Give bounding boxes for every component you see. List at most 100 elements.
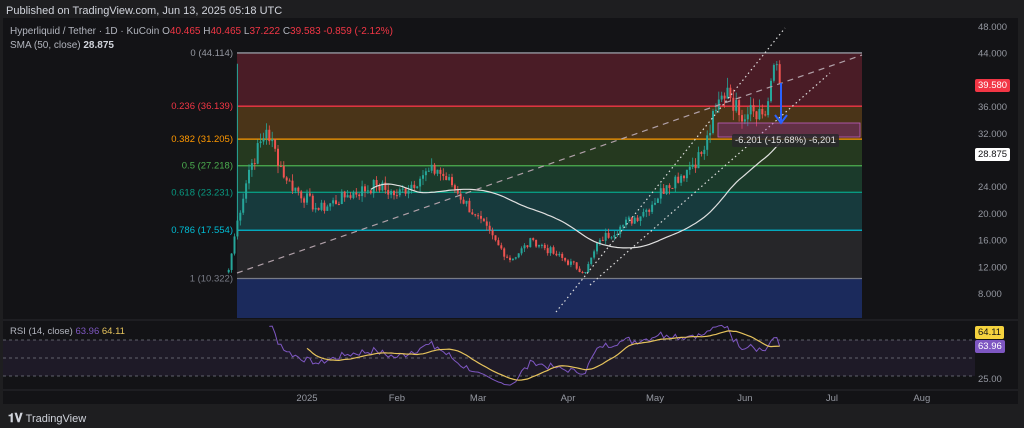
fib-label-1: 1 (10.322) [190, 274, 233, 285]
candle-body [575, 262, 578, 269]
time-axis-tick: Jul [826, 393, 838, 404]
footer-brand[interactable]: TradingView [26, 413, 87, 425]
candle-body [526, 245, 529, 248]
candle-body [741, 115, 743, 122]
candle-body [538, 245, 540, 247]
candle-body [422, 175, 424, 179]
candle-body [369, 190, 372, 194]
tradingview-logo-icon[interactable]: 𝟏𝐕 [8, 411, 23, 426]
candle-body [587, 264, 590, 272]
candle-body [242, 198, 245, 213]
candle-body [268, 129, 271, 142]
candle-body [558, 253, 561, 256]
candle-body [540, 244, 543, 246]
rsi-ma-tag: 64.11 [975, 326, 1005, 339]
sma-label[interactable]: SMA (50, close) [10, 40, 81, 51]
candle-body [230, 253, 233, 270]
candle-body [233, 236, 236, 254]
candle-body [509, 257, 511, 260]
price-axis-tick: 8.000 [978, 289, 1002, 300]
candle-body [520, 248, 523, 254]
candle-body [401, 188, 404, 190]
candle-body [636, 217, 639, 221]
candle-body [506, 256, 509, 258]
candle-body [500, 245, 503, 249]
candle-body [442, 173, 445, 177]
price-chart[interactable]: 0 (44.114)0.236 (36.139)0.382 (31.205)0.… [0, 0, 1024, 428]
price-axis-tick: 48.000 [978, 22, 1007, 33]
candle-body [688, 166, 691, 170]
candle-body [335, 200, 337, 204]
candle-body [729, 87, 732, 98]
candle-body [691, 164, 694, 167]
symbol-legend: Hyperliquid / Tether · 1D · KuCoin O40.4… [10, 25, 393, 53]
candle-body [497, 240, 500, 246]
candle-body [627, 217, 630, 220]
candle-body [352, 192, 355, 198]
candle-body [300, 191, 303, 199]
candle-body [256, 143, 259, 164]
candle-body [227, 269, 230, 273]
candle-body [306, 193, 308, 203]
time-axis-tick: Apr [561, 393, 576, 404]
candle-body [329, 203, 332, 207]
candle-body [703, 149, 706, 155]
candle-body [755, 111, 758, 120]
candle-body [364, 186, 366, 192]
candle-body [448, 177, 451, 180]
price-axis-tick: 36.000 [978, 102, 1007, 113]
price-axis-tick: 16.000 [978, 236, 1007, 247]
fib-label-0.236: 0.236 (36.139) [171, 101, 233, 112]
candle-body [332, 200, 335, 204]
candle-body [465, 200, 468, 204]
candle-body [366, 190, 369, 192]
candle-body [361, 186, 364, 197]
candle-body [590, 257, 593, 265]
candle-body [259, 141, 262, 144]
symbol-name[interactable]: Hyperliquid / Tether · 1D · KuCoin [10, 26, 159, 37]
candle-body [665, 185, 668, 194]
candle-body [564, 257, 567, 261]
candle-body [720, 95, 723, 100]
open-label: O [162, 26, 170, 37]
candle-body [323, 202, 326, 211]
candle-body [311, 195, 314, 210]
sma-price-tag: 28.875 [975, 148, 1011, 161]
candle-body [529, 238, 532, 248]
candle-body [694, 164, 697, 169]
candle-body [642, 211, 645, 217]
low-value: 37.222 [249, 26, 281, 37]
candle-body [297, 187, 300, 192]
candle-body [314, 207, 317, 210]
candle-body [596, 242, 598, 252]
time-axis-tick: Jun [737, 393, 752, 404]
candle-body [607, 232, 610, 238]
candle-body [404, 188, 407, 194]
candle-body [726, 87, 729, 99]
candle-body [706, 135, 709, 150]
candle-body [772, 65, 775, 81]
candle-body [662, 188, 665, 194]
candle-body [413, 184, 416, 188]
rsi-label[interactable]: RSI (14, close) [10, 326, 73, 337]
time-axis-tick: 2025 [296, 393, 317, 404]
candle-body [436, 169, 439, 174]
candle-body [494, 235, 497, 241]
candle-body [433, 164, 436, 174]
candle-body [517, 253, 520, 258]
candle-body [282, 166, 285, 178]
fib-label-0.618: 0.618 (23.231) [171, 187, 233, 198]
rsi-value: 63.96 [75, 326, 100, 337]
price-axis-tick: 20.000 [978, 209, 1007, 220]
candle-body [468, 200, 471, 213]
candle-body [659, 188, 662, 199]
candle-body [308, 193, 311, 196]
candle-body [430, 164, 433, 171]
candle-body [738, 100, 741, 116]
candle-body [453, 185, 456, 190]
candle-body [337, 203, 340, 205]
candle-body [288, 180, 291, 182]
rsi-ma-value: 64.11 [101, 326, 125, 337]
candle-body [569, 261, 572, 265]
time-axis-tick: Feb [389, 393, 405, 404]
